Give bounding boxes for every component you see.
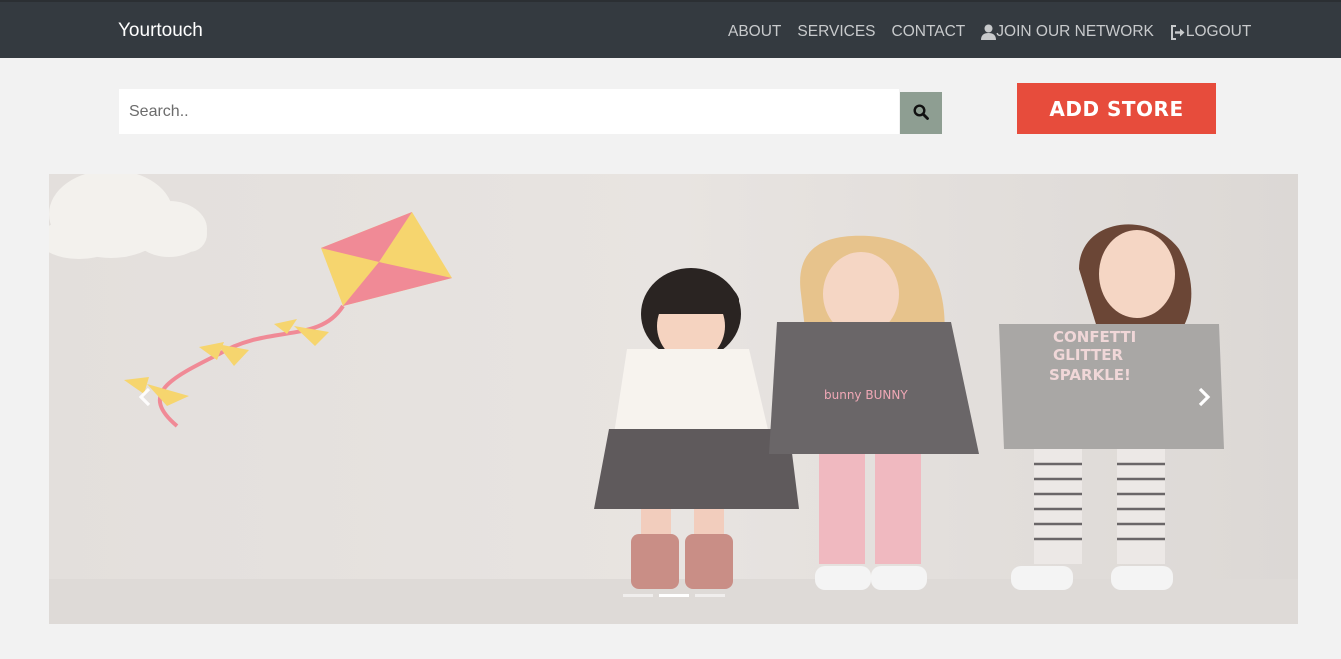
nav-join-network-label: JOIN OUR NETWORK <box>996 23 1154 40</box>
svg-text:SPARKLE!: SPARKLE! <box>1049 366 1131 384</box>
svg-text:GLITTER: GLITTER <box>1053 346 1124 364</box>
carousel-next-button[interactable] <box>1192 386 1216 412</box>
carousel-indicator-2[interactable] <box>659 594 689 597</box>
svg-text:CONFETTI: CONFETTI <box>1053 328 1136 346</box>
nav-links: ABOUT SERVICES CONTACT JOIN OUR NETWORK … <box>728 22 1251 42</box>
navbar: Yourtouch ABOUT SERVICES CONTACT JOIN OU… <box>0 2 1341 58</box>
search-icon <box>913 103 929 123</box>
chevron-left-icon <box>138 387 152 412</box>
carousel-indicator-1[interactable] <box>623 594 653 597</box>
nav-contact-label: CONTACT <box>891 23 966 40</box>
nav-services-link[interactable]: SERVICES <box>797 22 875 42</box>
add-store-button[interactable]: ADD STORE <box>1017 83 1216 134</box>
nav-about-link[interactable]: ABOUT <box>728 22 781 42</box>
nav-about-label: ABOUT <box>728 23 782 40</box>
search-input[interactable] <box>119 89 899 134</box>
nav-join-network-link[interactable]: JOIN OUR NETWORK <box>981 22 1154 42</box>
search-button[interactable] <box>900 92 942 134</box>
carousel-slide-image: bunny BUNNY CONFETTI GLITTER SPARKLE! <box>49 174 1298 624</box>
carousel-indicator-3[interactable] <box>695 594 725 597</box>
chevron-right-icon <box>1197 387 1211 412</box>
nav-logout-link[interactable]: LOGOUT <box>1170 22 1251 42</box>
carousel-indicators <box>623 594 731 597</box>
nav-services-label: SERVICES <box>797 23 876 40</box>
carousel-prev-button[interactable] <box>133 386 157 412</box>
brand-logo[interactable]: Yourtouch <box>118 20 203 42</box>
hero-carousel: bunny BUNNY CONFETTI GLITTER SPARKLE! <box>49 174 1298 624</box>
svg-text:bunny BUNNY: bunny BUNNY <box>824 388 908 402</box>
nav-contact-link[interactable]: CONTACT <box>892 22 966 42</box>
user-icon <box>981 24 997 40</box>
nav-logout-label: LOGOUT <box>1185 23 1252 40</box>
logout-icon <box>1170 24 1186 40</box>
